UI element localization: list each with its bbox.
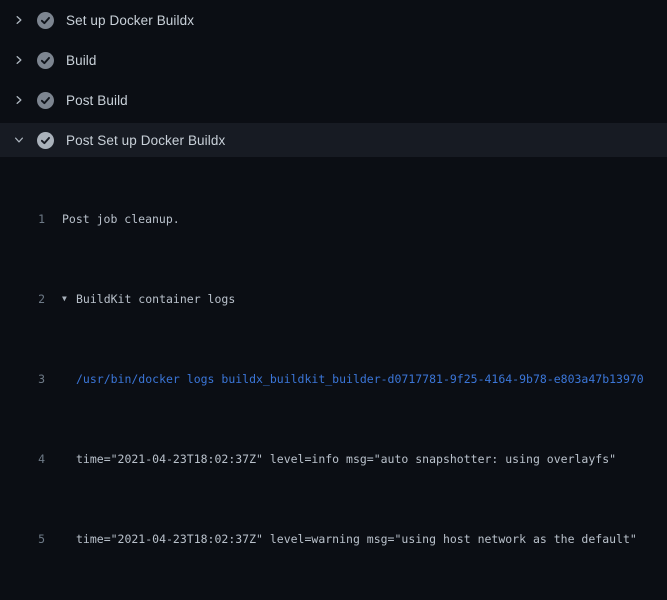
- log-line-number[interactable]: 5: [0, 529, 45, 549]
- step-label: Build: [66, 53, 97, 68]
- chevron-down-icon[interactable]: [13, 134, 25, 146]
- log-output: 1 Post job cleanup. 2 ▼BuildKit containe…: [0, 160, 667, 600]
- log-line-text: Post job cleanup.: [62, 209, 180, 229]
- check-circle-icon: [37, 52, 54, 69]
- log-line-number[interactable]: 1: [0, 209, 45, 229]
- check-circle-icon: [37, 12, 54, 29]
- group-collapse-triangle-icon[interactable]: ▼: [62, 289, 76, 309]
- log-line: 5 time="2021-04-23T18:02:37Z" level=warn…: [0, 529, 667, 549]
- log-line-number[interactable]: 4: [0, 449, 45, 469]
- log-line-number[interactable]: 2: [0, 289, 45, 309]
- step-label: Post Set up Docker Buildx: [66, 133, 225, 148]
- step-list: Set up Docker Buildx Build Post Build Po…: [0, 0, 667, 157]
- step-row-post-setup-docker-buildx[interactable]: Post Set up Docker Buildx: [0, 123, 667, 157]
- log-line-text: BuildKit container logs: [76, 289, 235, 309]
- log-line-text: time="2021-04-23T18:02:37Z" level=info m…: [76, 449, 616, 469]
- check-circle-icon: [37, 132, 54, 149]
- log-command-text: /usr/bin/docker logs buildx_buildkit_bui…: [76, 369, 644, 389]
- log-line: 2 ▼BuildKit container logs: [0, 289, 667, 309]
- chevron-right-icon[interactable]: [13, 14, 25, 26]
- log-line-text: time="2021-04-23T18:02:37Z" level=warnin…: [76, 529, 637, 549]
- step-label: Post Build: [66, 93, 128, 108]
- log-line: 3 /usr/bin/docker logs buildx_buildkit_b…: [0, 369, 667, 389]
- chevron-right-icon[interactable]: [13, 54, 25, 66]
- step-row-build[interactable]: Build: [0, 40, 667, 80]
- step-row-post-build[interactable]: Post Build: [0, 80, 667, 120]
- log-line: 4 time="2021-04-23T18:02:37Z" level=info…: [0, 449, 667, 469]
- step-label: Set up Docker Buildx: [66, 13, 194, 28]
- check-circle-icon: [37, 92, 54, 109]
- chevron-right-icon[interactable]: [13, 94, 25, 106]
- log-line-number[interactable]: 3: [0, 369, 45, 389]
- step-row-setup-docker-buildx[interactable]: Set up Docker Buildx: [0, 0, 667, 40]
- log-line: 1 Post job cleanup.: [0, 209, 667, 229]
